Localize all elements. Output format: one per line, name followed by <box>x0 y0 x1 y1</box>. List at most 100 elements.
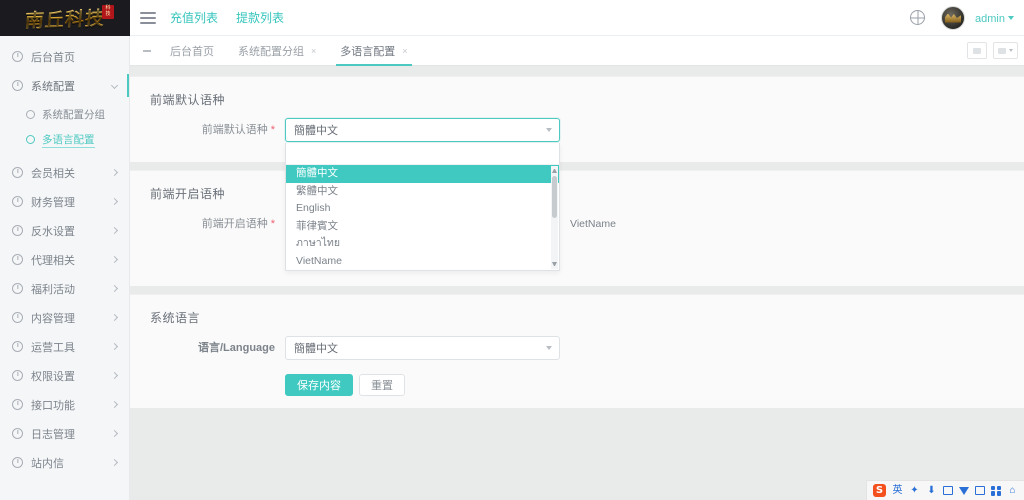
tab-config-group[interactable]: 系统配置分组 × <box>226 36 328 65</box>
select-value: 簡體中文 <box>294 125 338 137</box>
form-row-system-language-actions: 保存内容 重置 <box>130 374 1024 396</box>
chevron-down-icon[interactable] <box>552 262 557 267</box>
clock-icon <box>12 457 23 468</box>
form-control-default-language: 簡體中文 簡體中文 繁體中文 English 菲律賓文 ภาษาไทย Viet… <box>285 118 560 271</box>
sidebar-item-label: 系统配置 <box>31 80 75 93</box>
scrollbar-thumb[interactable] <box>552 176 557 218</box>
tab-multilang-config[interactable]: 多语言配置 × <box>328 36 419 66</box>
dropdown-option[interactable]: 菲律賓文 <box>286 218 559 236</box>
shirt-icon[interactable] <box>959 486 969 495</box>
clock-icon <box>26 110 35 119</box>
sidebar-item-operation-tools[interactable]: 运营工具 <box>0 332 129 361</box>
text-icon[interactable]: 英 <box>892 485 903 496</box>
sidebar-item-inbox[interactable]: 站内信 <box>0 448 129 477</box>
select-system-language[interactable]: 簡體中文 <box>285 336 560 360</box>
hamburger-icon[interactable] <box>140 11 156 24</box>
select-value: 簡體中文 <box>294 343 338 355</box>
sidebar-item-finance[interactable]: 财务管理 <box>0 187 129 216</box>
form-row-enabled-languages: 前端开启语种 * VietName <box>130 212 1024 244</box>
sidebar-item-home[interactable]: 后台首页 <box>0 42 129 71</box>
mail-icon[interactable] <box>943 486 953 495</box>
sidebar-item-agent[interactable]: 代理相关 <box>0 245 129 274</box>
button-row-system-language: 保存内容 重置 <box>285 374 405 396</box>
clock-icon <box>12 428 23 439</box>
required-asterisk: * <box>270 218 275 230</box>
sidebar-item-label: 后台首页 <box>31 51 75 64</box>
clock-icon <box>12 341 23 352</box>
clock-icon <box>12 312 23 323</box>
app-window: 南丘科技 科技 充值列表 提款列表 admin 后台首页 系统配置 系统配置分组… <box>0 0 1024 500</box>
sidebar-item-member[interactable]: 会员相关 <box>0 158 129 187</box>
dropdown-option[interactable]: English <box>286 200 559 218</box>
brand-logo[interactable]: 南丘科技 科技 <box>0 0 130 36</box>
chevron-right-icon <box>110 400 119 409</box>
sidebar-item-welfare[interactable]: 福利活动 <box>0 274 129 303</box>
form-label-enabled-languages: 前端开启语种 * <box>130 212 285 236</box>
topnav-link-withdraw[interactable]: 提款列表 <box>236 9 284 26</box>
sidebar-item-permissions[interactable]: 权限设置 <box>0 361 129 390</box>
user-menu[interactable]: admin <box>975 11 1014 25</box>
menu-icon <box>998 47 1006 54</box>
sidebar-item-label: 日志管理 <box>31 428 75 441</box>
tab-home[interactable]: 后台首页 <box>158 36 226 65</box>
globe-icon[interactable] <box>910 10 926 25</box>
sidebar-item-label: 运营工具 <box>31 341 75 354</box>
sidebar-subitem-label: 多语言配置 <box>42 133 95 148</box>
dropdown-search-input[interactable] <box>286 143 559 165</box>
star-icon[interactable]: ✦ <box>909 485 920 496</box>
main-area: 后台首页 系统配置分组 × 多语言配置 × 前端默认语种 前端默认语种 * 簡體… <box>130 36 1024 500</box>
select-default-language[interactable]: 簡體中文 <box>285 118 560 142</box>
dropdown-option[interactable]: VietName <box>286 253 559 271</box>
sidebar-item-api[interactable]: 接口功能 <box>0 390 129 419</box>
briefcase-icon[interactable] <box>975 486 985 495</box>
sidebar-item-label: 会员相关 <box>31 167 75 180</box>
section-title-system-language: 系统语言 <box>150 311 201 325</box>
sidebar-subitem-config-group[interactable]: 系统配置分组 <box>0 102 129 127</box>
clock-icon <box>12 225 23 236</box>
download-icon[interactable]: ⬇ <box>926 485 937 496</box>
body: 后台首页 系统配置 系统配置分组 多语言配置 会员相关 财务管理 反水设置 代理… <box>0 36 1024 500</box>
sidebar-subitem-multilang-config[interactable]: 多语言配置 <box>0 127 129 152</box>
dropdown-option-list: 簡體中文 繁體中文 English 菲律賓文 ภาษาไทย VietName <box>286 165 559 270</box>
grid-icon[interactable] <box>991 485 1001 496</box>
brand-logo-text: 南丘科技 <box>24 3 107 33</box>
chevron-right-icon <box>110 168 119 177</box>
chevron-right-icon <box>110 284 119 293</box>
dropdown-option[interactable]: ภาษาไทย <box>286 235 559 253</box>
chevron-right-icon <box>110 342 119 351</box>
tab-scroll-left-icon[interactable] <box>136 36 158 65</box>
chevron-right-icon <box>110 429 119 438</box>
chevron-right-icon <box>110 313 119 322</box>
tab-options-button[interactable] <box>993 42 1018 59</box>
chevron-down-icon <box>1008 16 1014 21</box>
tab-bar: 后台首页 系统配置分组 × 多语言配置 × <box>130 36 1024 66</box>
dropdown-option[interactable]: 繁體中文 <box>286 183 559 201</box>
clock-icon <box>12 167 23 178</box>
browser-toolbar: S 英 ✦ ⬇ ⌂ <box>866 480 1024 500</box>
dropdown-option[interactable]: 簡體中文 <box>286 165 559 183</box>
save-button[interactable]: 保存内容 <box>285 374 353 396</box>
chevron-up-icon[interactable] <box>552 168 557 173</box>
tab-refresh-button[interactable] <box>967 42 987 59</box>
tab-label: 系统配置分组 <box>238 45 304 58</box>
sidebar-item-rebate[interactable]: 反水设置 <box>0 216 129 245</box>
sidebar-item-logs[interactable]: 日志管理 <box>0 419 129 448</box>
close-icon[interactable]: × <box>311 46 316 56</box>
user-name-label: admin <box>975 12 1005 25</box>
sidebar-item-content[interactable]: 内容管理 <box>0 303 129 332</box>
dropdown-scrollbar[interactable] <box>551 166 558 269</box>
clock-icon <box>12 283 23 294</box>
chevron-right-icon <box>110 255 119 264</box>
sidebar-item-system-config[interactable]: 系统配置 <box>0 71 129 100</box>
topnav-link-recharge[interactable]: 充值列表 <box>170 9 218 26</box>
close-icon[interactable]: × <box>402 46 407 56</box>
reset-button[interactable]: 重置 <box>359 374 405 396</box>
form-control-system-language: 簡體中文 <box>285 336 560 360</box>
avatar[interactable] <box>941 5 966 30</box>
form-row-enabled-languages-actions: 保存内容 重置 <box>130 244 1024 276</box>
lock-icon[interactable]: ⌂ <box>1007 485 1018 496</box>
sogou-logo-icon[interactable]: S <box>873 484 886 497</box>
card-default-language: 前端默认语种 前端默认语种 * 簡體中文 簡體中文 繁體中文 English 菲… <box>130 76 1024 271</box>
sidebar-item-label: 内容管理 <box>31 312 75 325</box>
sidebar-item-label: 代理相关 <box>31 254 75 267</box>
